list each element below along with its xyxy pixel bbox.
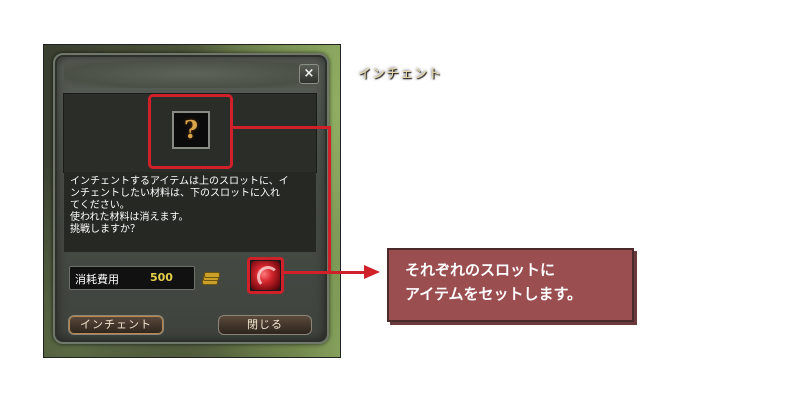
dialog-title: インチェント — [357, 67, 442, 82]
callout-line: アイテムをセットします。 — [405, 285, 583, 303]
close-x-button[interactable]: × — [299, 64, 319, 84]
question-mark-icon: ? — [183, 115, 199, 144]
enchant-item-slot[interactable]: ? — [172, 111, 210, 149]
connector-line — [284, 271, 366, 274]
gold-coins-icon — [202, 272, 220, 285]
callout-line: それぞれのスロットに — [405, 261, 556, 279]
connector-line — [233, 126, 330, 129]
enchant-button[interactable]: インチェント — [68, 315, 164, 335]
description-text: インチェントするアイテムは上のスロットに、イ ンチェントしたい材料は、下のスロッ… — [64, 172, 316, 252]
description-line: 使われた材料は消えます。 — [70, 212, 189, 223]
description-line: インチェントするアイテムは上のスロットに、イ — [70, 176, 289, 187]
description-line: てください。 — [70, 200, 130, 211]
material-slot[interactable] — [251, 261, 280, 290]
description-line: 挑戦しますか？ — [70, 224, 140, 235]
callout-text: それぞれのスロットに アイテムをセットします。 — [405, 258, 582, 306]
cost-label: 消耗費用 — [75, 273, 119, 286]
description-line: ンチェントしたい材料は、下のスロットに入れ — [70, 188, 280, 199]
arrow-icon — [364, 265, 380, 279]
cost-value: 500 — [150, 271, 173, 284]
close-button[interactable]: 閉じる — [218, 315, 312, 335]
red-swirl-gem-icon — [257, 266, 279, 288]
connector-line — [328, 126, 331, 273]
